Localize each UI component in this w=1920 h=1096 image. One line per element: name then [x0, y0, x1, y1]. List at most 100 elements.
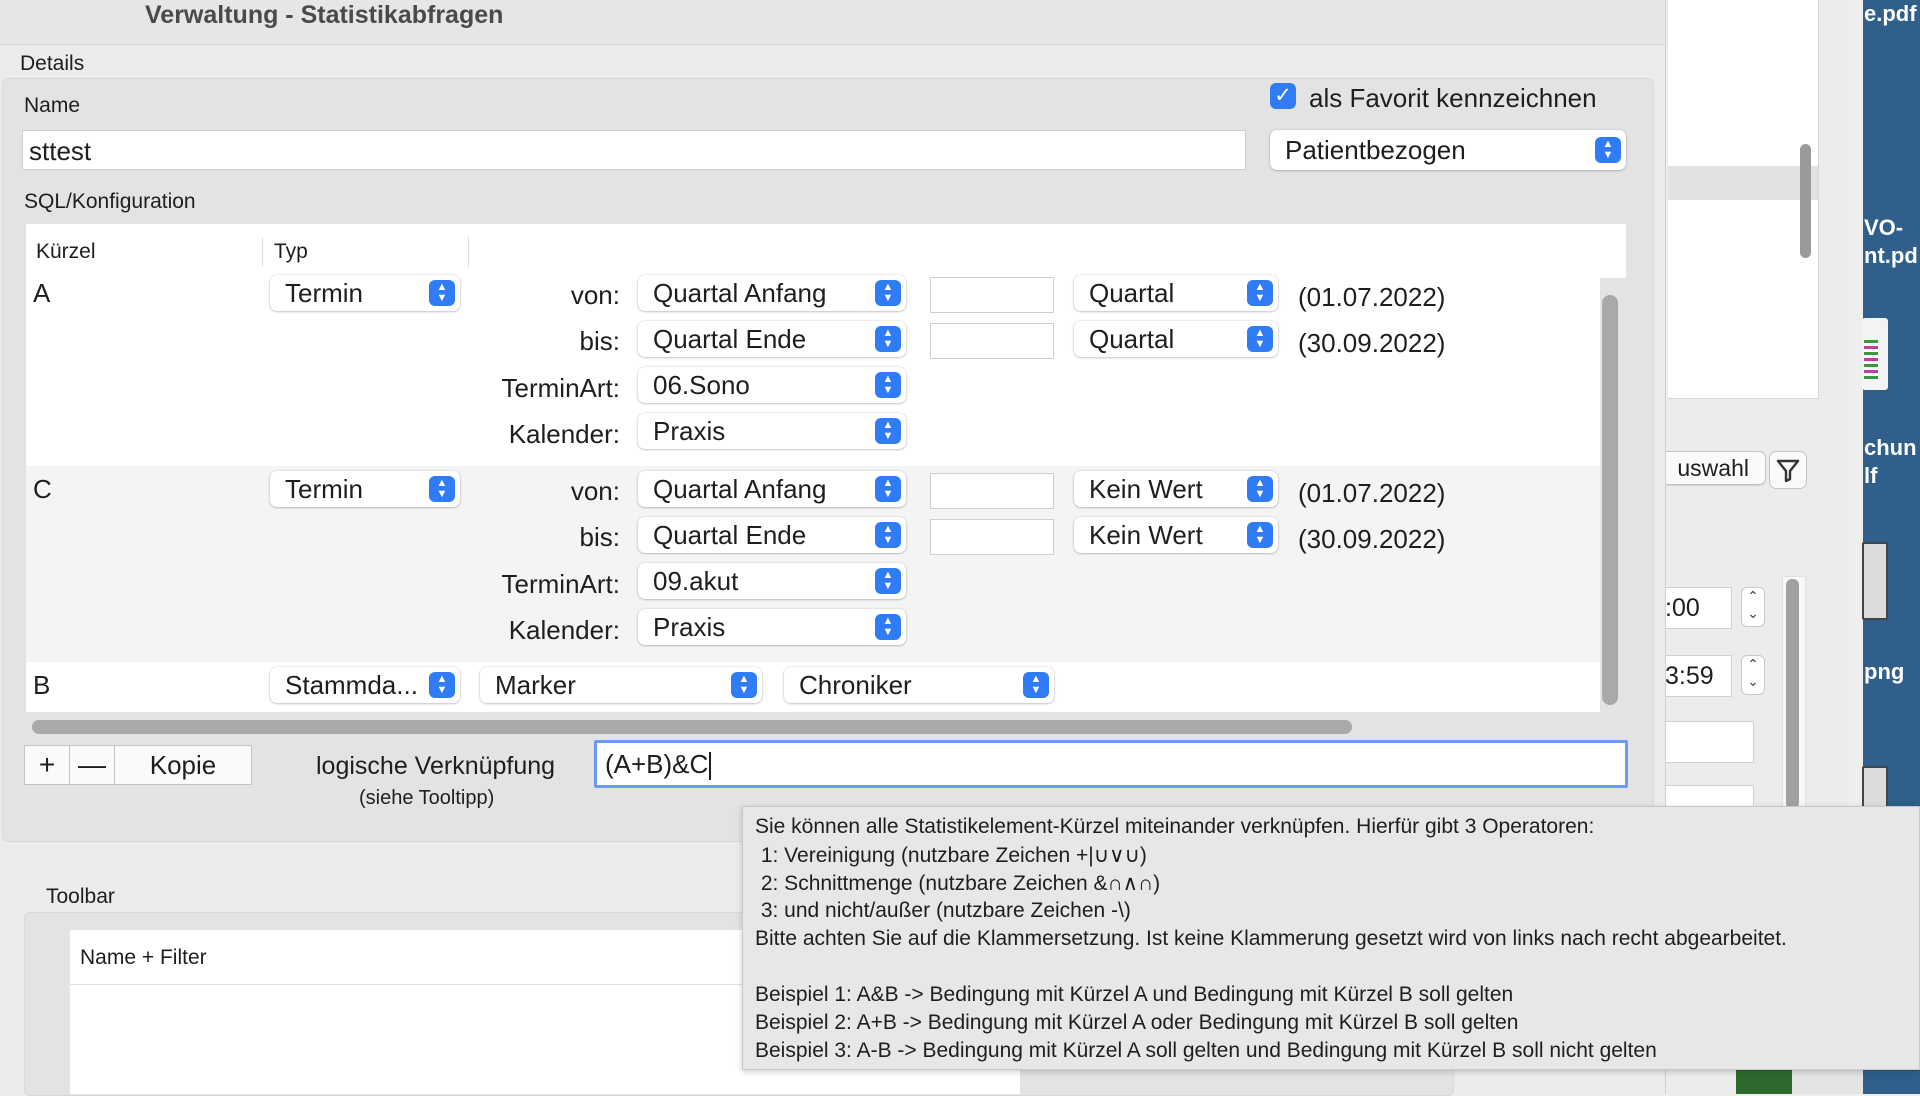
column-separator [468, 237, 469, 267]
row-a-bis-value: Quartal Ende [653, 324, 807, 354]
chevron-updown-icon: ▲ ▼ [875, 568, 901, 594]
tooltip-line: 2: Schnittmenge (nutzbare Zeichen &∩∧∩) [755, 872, 1161, 895]
row-a-terminart-value: 06.Sono [653, 370, 750, 400]
desktop-file-label-3[interactable]: chun lf [1864, 434, 1917, 490]
row-a-von-unit-select[interactable]: Quartal ▲ ▼ [1074, 275, 1278, 311]
background-scrollbar[interactable] [1800, 144, 1811, 258]
details-section-label: Details [20, 52, 85, 75]
row-c-bis-value: Quartal Ende [653, 520, 807, 550]
row-a-kalender-value: Praxis [653, 416, 726, 446]
chevron-updown-icon: ▲ ▼ [1247, 280, 1273, 306]
sql-config-label: SQL/Konfiguration [24, 190, 196, 213]
background-time-1: :00 [1665, 594, 1700, 622]
row-c-kalender-select[interactable]: Praxis ▲ ▼ [638, 609, 906, 645]
row-c-bis-offset-field[interactable] [930, 519, 1054, 555]
row-a-bis-offset-field[interactable] [930, 323, 1054, 359]
scope-select-value: Patientbezogen [1285, 135, 1466, 165]
row-c-bis-date: (30.09.2022) [1298, 524, 1446, 554]
background-list-selection [1668, 166, 1818, 200]
background-filter-button[interactable] [1769, 451, 1807, 489]
desktop-file-label-4[interactable]: png [1864, 658, 1904, 686]
background-time-2: 3:59 [1665, 662, 1714, 690]
text-caret [709, 752, 712, 781]
desktop-image-icon-2[interactable] [1862, 766, 1888, 810]
copy-button[interactable]: Kopie [115, 746, 251, 784]
background-field-3[interactable] [1660, 721, 1754, 763]
background-time-stepper-1[interactable]: ⌃ ⌄ [1741, 587, 1765, 627]
row-b-type-value: Stammda... [285, 670, 418, 700]
column-header-kuerzel[interactable]: Kürzel [36, 240, 96, 264]
row-c-kalender-label: Kalender: [508, 615, 620, 645]
row-a-bis-unit-select[interactable]: Quartal ▲ ▼ [1074, 321, 1278, 357]
row-a-von-select[interactable]: Quartal Anfang ▲ ▼ [638, 275, 906, 311]
favorite-checkbox[interactable]: ✓ [1270, 83, 1296, 109]
chevron-updown-icon: ▲ ▼ [875, 372, 901, 398]
background-time-field-2[interactable]: 3:59 [1660, 655, 1732, 697]
chevron-updown-icon: ▲ ▼ [1247, 476, 1273, 502]
row-a-von-offset-field[interactable] [930, 277, 1054, 313]
background-auswahl-label: uswahl [1677, 455, 1749, 481]
row-c-kalender-value: Praxis [653, 612, 726, 642]
remove-row-button[interactable]: — [70, 746, 115, 784]
table-horizontal-scrollbar[interactable] [32, 720, 1352, 734]
row-c-von-select[interactable]: Quartal Anfang ▲ ▼ [638, 471, 906, 507]
desktop-image-icon[interactable] [1862, 542, 1888, 620]
desktop-file-label-1[interactable]: e.pdf [1864, 0, 1917, 28]
row-c-von-offset-field[interactable] [930, 473, 1054, 509]
chevron-updown-icon: ▲ ▼ [1023, 672, 1049, 698]
row-b-field-select[interactable]: Marker ▲ ▼ [480, 667, 762, 703]
row-c-bis-select[interactable]: Quartal Ende ▲ ▼ [638, 517, 906, 553]
row-c-terminart-select[interactable]: 09.akut ▲ ▼ [638, 563, 906, 599]
row-a-von-date: (01.07.2022) [1298, 282, 1446, 312]
row-b-field-value: Marker [495, 670, 576, 700]
row-c-bis-unit-value: Kein Wert [1089, 520, 1203, 550]
row-a-kuerzel: A [33, 278, 51, 308]
table-header [26, 224, 1626, 279]
logic-label: logische Verknüpfung [316, 752, 556, 780]
background-time-stepper-2[interactable]: ⌃ ⌄ [1741, 655, 1765, 695]
row-a-von-unit-value: Quartal [1089, 278, 1175, 308]
logic-expression-value: (A+B)&C [605, 749, 709, 779]
tooltip-line: Sie können alle Statistikelement-Kürzel … [755, 815, 1595, 838]
row-a-bis-select[interactable]: Quartal Ende ▲ ▼ [638, 321, 906, 357]
row-a-bis-unit-value: Quartal [1089, 324, 1175, 354]
chevron-updown-icon: ▲ ▼ [1247, 522, 1273, 548]
row-a-terminart-select[interactable]: 06.Sono ▲ ▼ [638, 367, 906, 403]
row-c-von-unit-select[interactable]: Kein Wert ▲ ▼ [1074, 471, 1278, 507]
row-edit-buttons: + — Kopie [24, 745, 252, 785]
chevron-updown-icon: ▲ ▼ [731, 672, 757, 698]
column-header-typ[interactable]: Typ [274, 240, 308, 264]
row-b-value-select[interactable]: Chroniker ▲ ▼ [784, 667, 1054, 703]
tooltip-line: 1: Vereinigung (nutzbare Zeichen +|∪∨∪) [755, 844, 1147, 867]
background-time-field-1[interactable]: :00 [1660, 587, 1732, 629]
desktop-file-label-2[interactable]: VO- nt.pd [1864, 214, 1918, 270]
row-c-kuerzel: C [33, 474, 52, 504]
add-row-button[interactable]: + [25, 746, 70, 784]
background-auswahl-button[interactable]: uswahl [1660, 451, 1766, 485]
chevron-updown-icon: ▲ ▼ [429, 672, 455, 698]
tooltip-line: Beispiel 2: A+B -> Bedingung mit Kürzel … [755, 1011, 1519, 1034]
logic-tooltip: Sie können alle Statistikelement-Kürzel … [742, 806, 1920, 1070]
logic-expression-input[interactable]: (A+B)&C [594, 740, 1628, 788]
row-c-von-label: von: [570, 476, 620, 506]
row-c-bis-label: bis: [579, 522, 620, 552]
row-a-kalender-select[interactable]: Praxis ▲ ▼ [638, 413, 906, 449]
row-c-von-unit-value: Kein Wert [1089, 474, 1203, 504]
chevron-updown-icon: ▲ ▼ [875, 326, 901, 352]
chevron-updown-icon: ▲ ▼ [1247, 326, 1273, 352]
row-b-type-select[interactable]: Stammda... ▲ ▼ [270, 667, 460, 703]
scope-select[interactable]: Patientbezogen ▲ ▼ [1270, 130, 1626, 170]
name-input[interactable]: sttest [22, 130, 1246, 170]
column-separator [262, 237, 263, 267]
row-c-von-date: (01.07.2022) [1298, 478, 1446, 508]
row-c-bis-unit-select[interactable]: Kein Wert ▲ ▼ [1074, 517, 1278, 553]
row-a-terminart-label: TerminArt: [501, 373, 620, 403]
row-a-kalender-label: Kalender: [508, 419, 620, 449]
column-header-name-filter[interactable]: Name + Filter [80, 946, 207, 970]
window-title: Verwaltung - Statistikabfragen [145, 1, 504, 29]
row-a-von-label: von: [570, 280, 620, 310]
table-vertical-scrollbar[interactable] [1602, 295, 1618, 705]
chevron-updown-icon: ▲ ▼ [875, 522, 901, 548]
background-scrollbar-2[interactable] [1786, 579, 1799, 809]
row-a-bis-date: (30.09.2022) [1298, 328, 1446, 358]
